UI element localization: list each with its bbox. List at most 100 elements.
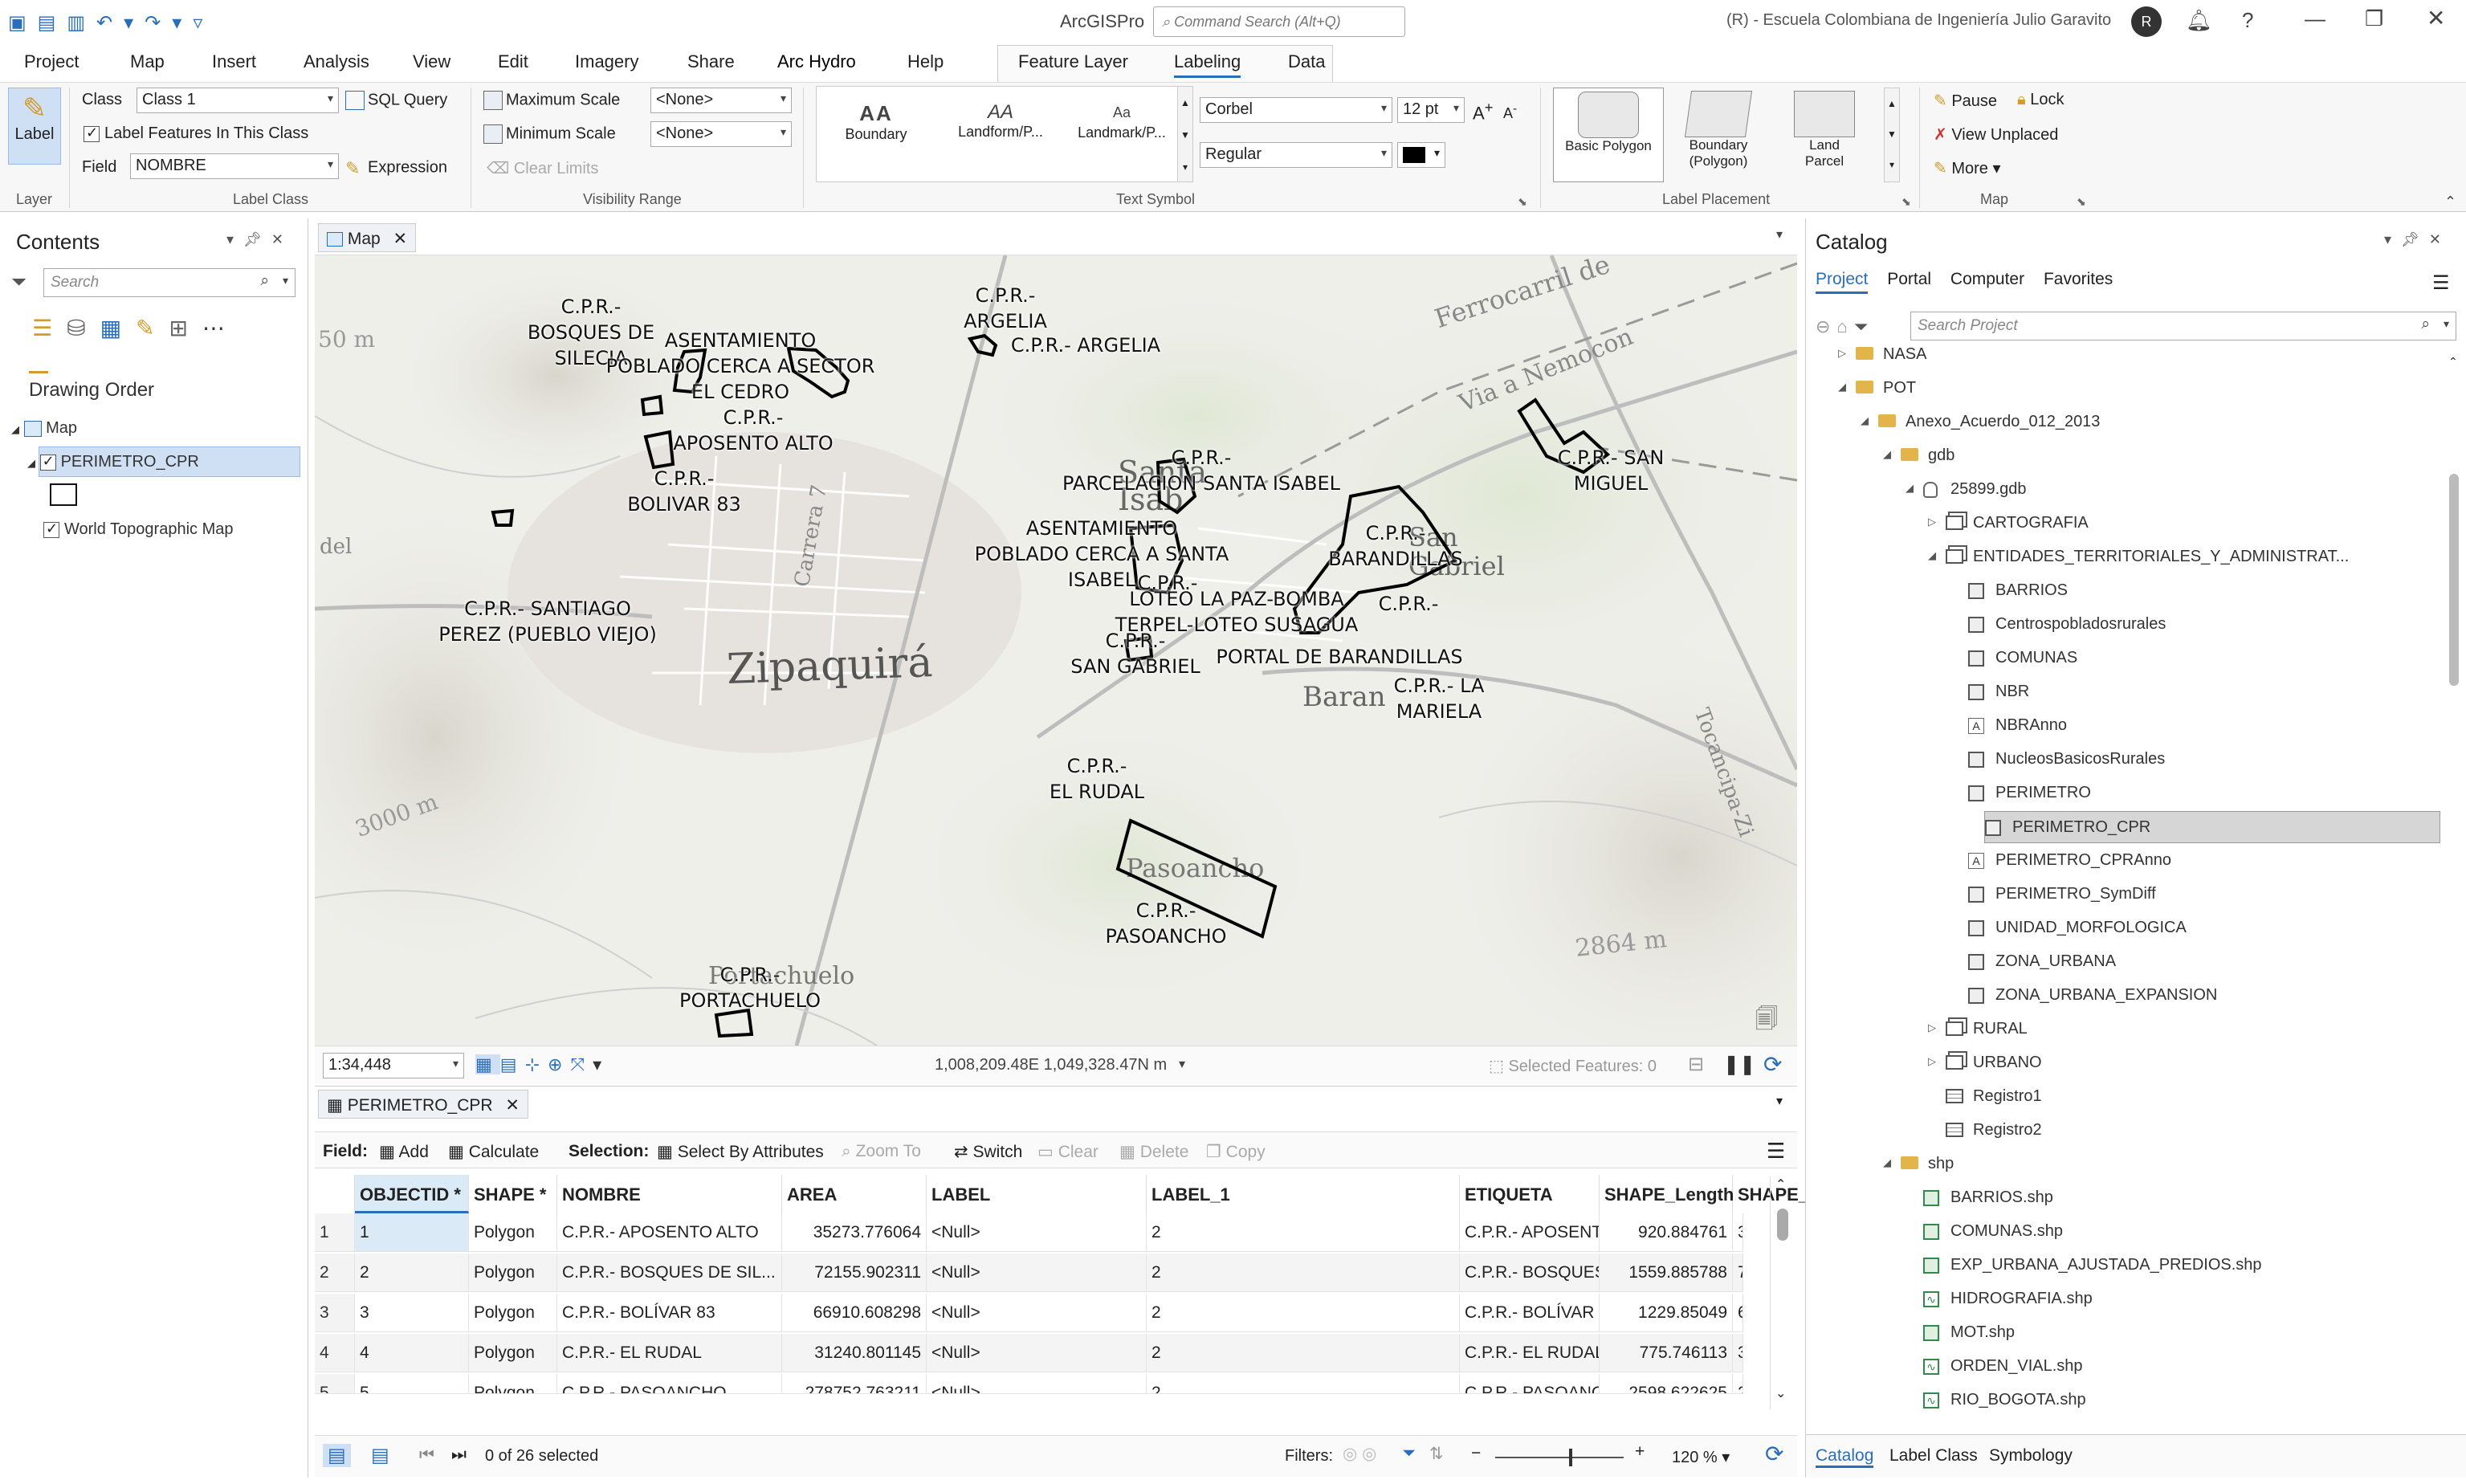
label-toggle-button[interactable]: ✎ Label <box>8 88 61 165</box>
table-tab[interactable]: ▦ PERIMETRO_CPR ✕ <box>318 1090 528 1119</box>
column-header[interactable]: SHAPE * <box>469 1175 557 1213</box>
pane-controls[interactable]: ▾📌︎✕ <box>2384 231 2451 248</box>
chevron-down-icon[interactable]: ▾ <box>593 1054 609 1074</box>
list-by-editing-icon[interactable]: ✎ <box>136 316 169 340</box>
filter-icon[interactable]: ⏷ <box>11 271 26 294</box>
refresh-icon[interactable]: ⟳ <box>1763 1051 1782 1078</box>
placement-scroll[interactable]: ▲ ▼ ▾ <box>1884 88 1900 182</box>
bell-icon[interactable]: 🔔︎ <box>2186 8 2212 33</box>
catalog-menu-icon[interactable]: ☰ <box>2432 271 2450 295</box>
tab-analysis[interactable]: Analysis <box>304 51 369 72</box>
pause-drawing-icon[interactable]: ❚❚ <box>1723 1053 1755 1076</box>
row-number[interactable]: 5 <box>315 1374 355 1394</box>
zoom-out-icon[interactable]: − <box>1471 1444 1481 1463</box>
column-header[interactable]: AREA <box>782 1175 927 1213</box>
quick-access-toolbar[interactable]: ▣▤▥↶▾↷▾▿ <box>8 11 214 35</box>
switch-button[interactable]: ⇄ Switch <box>954 1142 1022 1162</box>
placement-land-parcel[interactable]: Land Parcel <box>1773 88 1876 182</box>
minimum-scale-button[interactable]: Minimum Scale <box>483 124 616 144</box>
filter-icon[interactable]: ⏷ <box>1854 316 1875 336</box>
crosshair-icon[interactable]: ⊕ <box>548 1054 570 1074</box>
column-header[interactable]: ETIQUETA <box>1460 1175 1600 1213</box>
catalog-tree-item[interactable]: ▷ URBANO <box>1806 1047 2440 1079</box>
tab-imagery[interactable]: Imagery <box>575 51 638 72</box>
catalog-tree-item[interactable]: BARRIOS.shp <box>1806 1182 2440 1214</box>
add-field-button[interactable]: ▦ Add <box>379 1142 429 1162</box>
table-cell[interactable]: 2 <box>1147 1213 1460 1252</box>
text-symbol-gallery[interactable]: AA Boundary AA Landform/P... Aa Landmark/P.… <box>816 86 1184 182</box>
catalog-tree-item[interactable]: Registro1 <box>1806 1081 2440 1113</box>
show-selected-records-icon[interactable]: ▤ <box>371 1444 389 1467</box>
column-header[interactable]: OBJECTID * <box>355 1175 469 1213</box>
table-cell[interactable]: 31240.801145 <box>782 1334 927 1372</box>
collapse-icon[interactable]: ◢ <box>1883 1156 1891 1169</box>
tab-catalog[interactable]: Catalog <box>1816 1446 1874 1468</box>
table-cell[interactable]: 1559.885788 <box>1600 1254 1733 1292</box>
table-cell[interactable]: 278752.763211 <box>782 1374 927 1394</box>
dialog-launcher-icon[interactable]: ⬊ <box>1901 195 1911 209</box>
catalog-tree-item[interactable]: ◢ shp <box>1806 1148 2440 1180</box>
catalog-tree-item[interactable]: A PERIMETRO_CPRAnno <box>1806 845 2440 877</box>
catalog-tree-item[interactable]: ▷ NASA <box>1806 347 2440 371</box>
catalog-tree-item[interactable]: Centrospobladosrurales <box>1806 609 2440 641</box>
table-cell[interactable]: C.P.R.- BOLÍVAR 83 <box>557 1294 782 1332</box>
contents-search[interactable]: Search ⌕ ▾ <box>43 268 296 297</box>
catalog-tree-item[interactable]: PERIMETRO <box>1806 777 2440 809</box>
selected-features-count[interactable]: ⬚ Selected Features: 0 <box>1489 1056 1657 1076</box>
layer-world-topographic-map[interactable]: World Topographic Map <box>43 520 234 539</box>
tab-labeling[interactable]: Labeling <box>1174 51 1241 78</box>
map-layer-item[interactable]: ◢ Map <box>11 419 77 438</box>
tab-arc-hydro[interactable]: Arc Hydro <box>777 51 856 72</box>
tab-share[interactable]: Share <box>687 51 735 72</box>
table-cell[interactable]: C.P.R.- BOLÍVAR 83 <box>1460 1294 1600 1332</box>
table-cell[interactable]: 66910.608298 <box>1733 1294 1743 1332</box>
copy-button[interactable]: ❐ Copy <box>1206 1142 1266 1162</box>
clear-button[interactable]: ▭ Clear <box>1037 1142 1098 1162</box>
table-cell[interactable]: 3 <box>355 1294 469 1332</box>
collapse-ribbon-icon[interactable]: ⌃ <box>2444 194 2456 210</box>
font-dropdown[interactable]: Corbel <box>1200 97 1392 123</box>
dialog-launcher-icon[interactable]: ⬊ <box>1518 195 1527 209</box>
font-color-picker[interactable]: ▾ <box>1397 142 1445 168</box>
table-cell[interactable]: <Null> <box>927 1334 1147 1372</box>
table-cell[interactable]: Polygon <box>469 1334 557 1372</box>
table-grid-icon[interactable]: ▤ <box>500 1054 525 1074</box>
vertical-scrollbar[interactable]: ⌃ ⌄ <box>1770 1176 1794 1409</box>
collapse-icon[interactable]: ◢ <box>11 423 19 435</box>
polygon-symbol-swatch[interactable] <box>50 483 77 506</box>
catalog-tree-item[interactable]: MOT.shp <box>1806 1317 2440 1349</box>
tab-favorites[interactable]: Favorites <box>2044 270 2113 288</box>
table-cell[interactable]: C.P.R.- APOSENTO ALTO <box>1460 1213 1600 1252</box>
table-cell[interactable]: 2 <box>355 1254 469 1292</box>
command-search[interactable]: ⌕ Command Search (Alt+Q) <box>1153 6 1405 37</box>
minimum-scale-dropdown[interactable]: <None> <box>650 121 792 147</box>
font-size-dropdown[interactable]: 12 pt <box>1397 97 1465 123</box>
select-by-attributes-button[interactable]: ▦ Select By Attributes <box>657 1142 824 1162</box>
calculate-button[interactable]: ▦ Calculate <box>448 1142 539 1162</box>
table-cell[interactable]: 2598.622625 <box>1600 1374 1733 1394</box>
field-dropdown[interactable]: NOMBRE <box>130 153 339 179</box>
maximum-scale-button[interactable]: Maximum Scale <box>483 91 620 110</box>
row-number[interactable]: 2 <box>315 1254 355 1292</box>
catalog-tree-item[interactable]: PERIMETRO_CPR <box>1984 811 2440 843</box>
table-cell[interactable]: C.P.R.- APOSENTO ALTO <box>557 1213 782 1252</box>
collapse-icon[interactable]: ◢ <box>1928 549 1936 562</box>
grid-icon[interactable]: ▦ <box>475 1054 500 1074</box>
table-cell[interactable]: 2 <box>1147 1294 1460 1332</box>
back-icon[interactable]: ⊖ <box>1816 316 1836 336</box>
catalog-tree-item[interactable]: COMUNAS.shp <box>1806 1216 2440 1248</box>
row-number[interactable]: 1 <box>315 1213 355 1252</box>
close-icon[interactable]: ✕ <box>393 230 408 248</box>
chevron-down-icon[interactable]: ▾ <box>1776 1093 1783 1109</box>
dialog-launcher-icon[interactable]: ⬊ <box>2077 195 2086 209</box>
table-cell[interactable]: 72155.902311 <box>782 1254 927 1292</box>
table-cell[interactable]: 31240.801145 <box>1733 1334 1743 1372</box>
catalog-tree-item[interactable]: ◢ POT <box>1806 373 2440 405</box>
delete-button[interactable]: ▦ Delete <box>1119 1142 1188 1162</box>
chevron-down-icon[interactable]: ▾ <box>1179 1056 1185 1072</box>
catalog-tree-item[interactable]: BARRIOS <box>1806 575 2440 607</box>
increase-font-icon[interactable]: A+ <box>1473 99 1493 124</box>
catalog-tree-item[interactable]: A NBRAnno <box>1806 710 2440 742</box>
zoom-in-icon[interactable]: + <box>1635 1442 1645 1462</box>
list-by-drawing-order-icon[interactable]: ☰ <box>32 316 67 340</box>
